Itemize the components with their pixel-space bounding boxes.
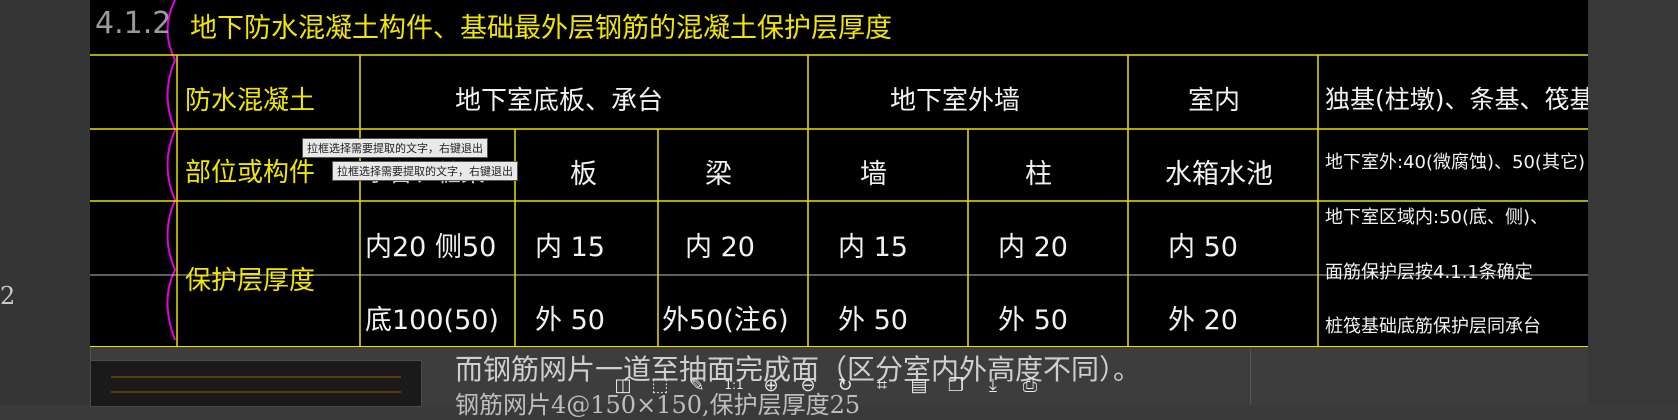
group-foundation: 独基(柱墩)、条基、筏基 — [1325, 85, 1588, 114]
foundation-line-2: 面筋保护层按4.1.1条确定 — [1325, 262, 1533, 283]
cell-wall-in: 内 15 — [838, 232, 908, 263]
thumbnail-preview[interactable] — [90, 360, 422, 407]
left-gutter — [0, 0, 91, 405]
foundation-line-3: 桩筏基础底筋保护层同承台 — [1325, 316, 1541, 337]
row-label-waterproof: 防水混凝土 — [185, 86, 316, 116]
page-number: 2 — [0, 282, 16, 310]
cad-drawing-viewport[interactable]: 4.1.2 地下防水混凝土构件、基础最外层钢筋的混凝土保护层厚度 防水混凝土 部… — [90, 0, 1588, 347]
row-label-cover: 保护层厚度 — [185, 266, 316, 296]
zoom-in-icon[interactable]: ⊕ — [759, 373, 783, 397]
group-basement-floor: 地下室底板、承台 — [455, 86, 664, 116]
cell-beam-out: 外50(注6) — [662, 305, 789, 336]
section-title: 地下防水混凝土构件、基础最外层钢筋的混凝土保护层厚度 — [190, 13, 892, 44]
print-icon[interactable]: ⎙ — [1018, 373, 1042, 397]
sub-column: 柱 — [1025, 159, 1052, 190]
cell-wall-out: 外 50 — [838, 305, 908, 336]
cell-slab-out: 外 50 — [535, 305, 605, 336]
cell-tank-in: 内 50 — [1168, 232, 1238, 263]
document-divider — [1250, 350, 1251, 405]
extract-text-icon[interactable]: ▤ — [907, 373, 931, 397]
section-number: 4.1.2 — [95, 6, 172, 41]
cell-slab-in: 内 15 — [535, 232, 605, 263]
foundation-note: 地下室外:40(微腐蚀)、50(其它) — [1325, 152, 1585, 173]
cell-col-out: 外 50 — [998, 305, 1068, 336]
right-panel — [1588, 0, 1678, 405]
selection-tooltip-1: 拉框选择需要提取的文字，右键退出 — [302, 138, 488, 158]
cell-beam-in: 内 20 — [685, 232, 755, 263]
crop-icon[interactable]: ⌗ — [870, 373, 894, 397]
sub-wall: 墙 — [860, 159, 887, 190]
select-icon[interactable]: ⬚ — [648, 373, 672, 397]
row-label-position: 部位或构件 — [185, 158, 316, 188]
foundation-line-1: 地下室区域内:50(底、侧)、 — [1325, 207, 1549, 228]
cell-cap-in: 内20 侧50 — [365, 232, 497, 263]
image-viewer-toolbar: ◫ ⬚ ✎ 1:1 ⊕ ⊖ ↻ ⌗ ▤ ❐ ⤓ ⎙ — [611, 370, 1042, 400]
group-indoor: 室内 — [1188, 86, 1241, 116]
magenta-bracket — [166, 0, 177, 341]
zoom-out-icon[interactable]: ⊖ — [796, 373, 820, 397]
selection-tooltip-2: 拉框选择需要提取的文字，右键退出 — [332, 161, 518, 181]
actual-size-button[interactable]: 1:1 — [722, 373, 746, 397]
cell-cap-bottom: 底100(50) — [365, 305, 499, 336]
cell-col-in: 内 20 — [998, 232, 1068, 263]
sub-tank: 水箱水池 — [1165, 159, 1273, 190]
sub-beam: 梁 — [705, 159, 732, 190]
save-icon[interactable]: ⤓ — [981, 373, 1005, 397]
split-view-icon[interactable]: ◫ — [611, 373, 635, 397]
edit-icon[interactable]: ✎ — [685, 373, 709, 397]
sub-slab: 板 — [570, 159, 597, 190]
rotate-icon[interactable]: ↻ — [833, 373, 857, 397]
cell-tank-out: 外 20 — [1168, 305, 1238, 336]
group-basement-wall: 地下室外墙 — [890, 86, 1021, 116]
copy-icon[interactable]: ❐ — [944, 373, 968, 397]
